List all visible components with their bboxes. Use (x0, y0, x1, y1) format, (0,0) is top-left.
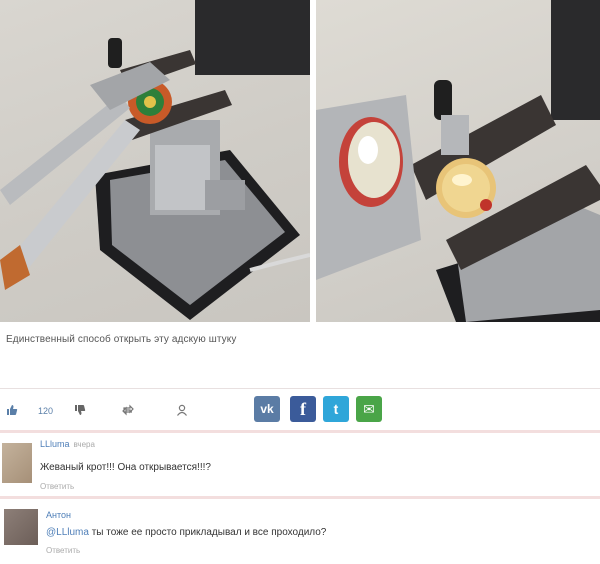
comment-time: вчера (73, 440, 95, 449)
vk-icon: vk (260, 402, 274, 416)
post-photos (0, 0, 600, 324)
comment-author-line: LLluma вчера (40, 439, 95, 449)
avatar[interactable] (2, 443, 32, 483)
mail-share-button[interactable]: ✉ (356, 396, 382, 422)
marble-vise-illustration (316, 0, 600, 322)
repost-icon[interactable] (122, 404, 134, 416)
mail-icon: ✉ (363, 400, 375, 417)
post-actions-bar: 120 vk f t ✉ (0, 396, 600, 426)
comment-mention[interactable]: @LLluma (46, 527, 89, 538)
comment-author[interactable]: Антон (46, 510, 71, 520)
comment-text: ты тоже ее просто прикладывал и все прох… (88, 527, 327, 538)
comment-author[interactable]: LLluma (40, 439, 70, 449)
reply-link[interactable]: Ответить (46, 546, 80, 555)
facebook-icon: f (300, 398, 306, 419)
comment-divider (0, 430, 600, 433)
twitter-share-button[interactable]: t (323, 396, 349, 422)
twitter-icon: t (333, 401, 339, 417)
thumbs-down-icon[interactable] (74, 404, 86, 416)
comment-divider (0, 496, 600, 499)
comment-text-line: @LLluma ты тоже ее просто прикладывал и … (46, 527, 326, 538)
avatar[interactable] (4, 509, 38, 545)
comment: Антон @LLluma ты тоже ее просто приклады… (0, 503, 600, 561)
thumbs-up-icon[interactable] (6, 404, 18, 416)
vk-share-button[interactable]: vk (254, 396, 280, 422)
photo-pliers-vise[interactable] (0, 0, 310, 322)
reply-link[interactable]: Ответить (40, 482, 74, 491)
comment-text: Жеваный крот!!! Она открывается!!!? (40, 462, 211, 473)
comment: LLluma вчера Жеваный крот!!! Она открывае… (0, 436, 600, 492)
photo-marble-vise[interactable] (316, 0, 600, 322)
users-icon[interactable] (176, 404, 188, 416)
divider (0, 388, 600, 389)
pliers-vise-illustration (0, 0, 310, 320)
facebook-share-button[interactable]: f (290, 396, 316, 422)
post-caption: Единственный способ открыть эту адскую ш… (6, 334, 237, 345)
like-count: 120 (38, 406, 54, 416)
